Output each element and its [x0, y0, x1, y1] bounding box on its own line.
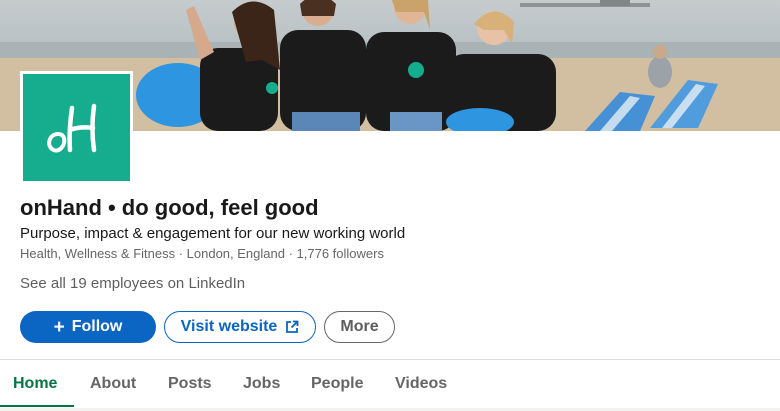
- company-name: onHand • do good, feel good: [20, 195, 319, 220]
- onhand-logo-icon: [46, 103, 96, 153]
- page-tabs: Home About Posts Jobs People Videos: [0, 360, 780, 408]
- more-button[interactable]: More: [324, 311, 395, 343]
- visit-website-label: Visit website: [180, 318, 278, 335]
- active-tab-indicator: [0, 405, 74, 407]
- tab-home[interactable]: Home: [13, 360, 57, 408]
- company-logo[interactable]: [20, 71, 133, 184]
- company-page-card: onHand • do good, feel good Purpose, imp…: [0, 0, 780, 411]
- tab-jobs[interactable]: Jobs: [243, 360, 280, 408]
- follow-button[interactable]: + Follow: [20, 311, 156, 343]
- company-meta: Health, Wellness & Fitness · London, Eng…: [20, 246, 384, 261]
- tab-videos[interactable]: Videos: [395, 360, 447, 408]
- company-tagline: Purpose, impact & engagement for our new…: [20, 225, 406, 242]
- company-logo-mark: [23, 74, 130, 181]
- tab-posts[interactable]: Posts: [168, 360, 212, 408]
- plus-icon: +: [53, 316, 65, 338]
- tab-about[interactable]: About: [90, 360, 136, 408]
- see-employees-link[interactable]: See all 19 employees on LinkedIn: [20, 275, 245, 292]
- tab-people[interactable]: People: [311, 360, 363, 408]
- external-link-icon: [286, 320, 299, 333]
- follow-button-label: Follow: [71, 318, 123, 335]
- visit-website-button[interactable]: Visit website: [164, 311, 316, 343]
